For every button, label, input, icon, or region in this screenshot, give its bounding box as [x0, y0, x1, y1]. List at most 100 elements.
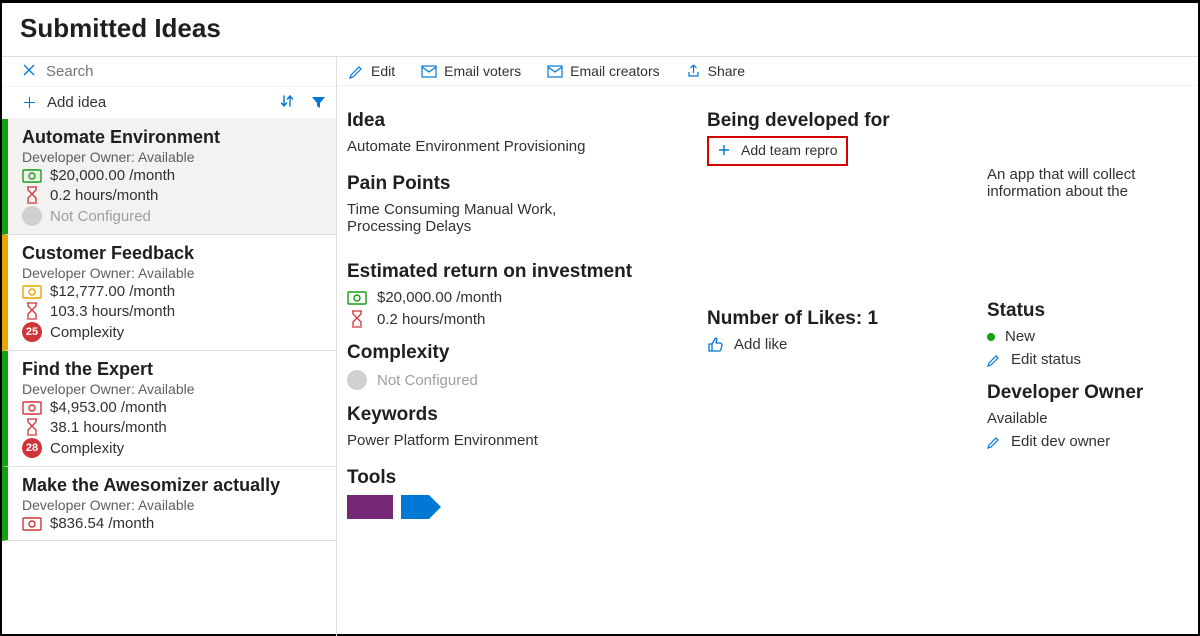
complexity-text: Not Configured: [377, 372, 478, 389]
card-hours-row: 0.2 hours/month: [22, 186, 324, 204]
card-complexity-row: Not Configured: [22, 206, 324, 226]
likes-heading: Number of Likes: 1: [707, 308, 977, 330]
edit-dev-owner-button[interactable]: Edit dev owner: [987, 433, 1176, 450]
mail-icon: [547, 65, 563, 78]
edit-status-button[interactable]: Edit status: [987, 351, 1176, 368]
money-icon: [22, 517, 42, 531]
money-icon: [22, 401, 42, 415]
dev-owner-heading: Developer Owner: [987, 382, 1176, 404]
idea-text: Automate Environment Provisioning: [347, 138, 697, 155]
email-creators-label: Email creators: [570, 63, 659, 79]
pencil-icon: [349, 64, 364, 79]
card-owner: Developer Owner: Available: [22, 497, 324, 513]
col-left: Idea Automate Environment Provisioning P…: [347, 110, 697, 519]
card-complexity-row: 25 Complexity: [22, 322, 324, 342]
layout: ＋ Add idea Automate EnvironmentDeveloper…: [2, 56, 1198, 636]
developed-heading: Being developed for: [707, 110, 977, 132]
description-text: An app that will collect information abo…: [987, 166, 1176, 200]
card-owner: Developer Owner: Available: [22, 265, 324, 281]
clear-search-icon[interactable]: [22, 63, 36, 80]
status-value: New: [1005, 328, 1035, 345]
search-input[interactable]: [46, 63, 326, 80]
card-money-row: $20,000.00 /month: [22, 167, 324, 184]
card-title: Customer Feedback: [22, 243, 324, 264]
card-title: Make the Awesomizer actually: [22, 475, 324, 496]
card-owner: Developer Owner: Available: [22, 149, 324, 165]
card-complexity-label: Complexity: [50, 324, 124, 341]
edit-status-label: Edit status: [1011, 351, 1081, 368]
complexity-badge: [347, 370, 367, 390]
tools-heading: Tools: [347, 467, 697, 489]
filter-icon[interactable]: [311, 95, 326, 110]
main-panel: Edit Email voters Email creators Share: [337, 57, 1198, 636]
email-voters-label: Email voters: [444, 63, 521, 79]
money-icon: [347, 291, 367, 305]
add-team-repro-button[interactable]: Add team repro: [707, 136, 848, 166]
keywords-text: Power Platform Environment: [347, 432, 697, 449]
detail-content: Idea Automate Environment Provisioning P…: [337, 86, 1198, 527]
sidebar: ＋ Add idea Automate EnvironmentDeveloper…: [2, 57, 337, 636]
sort-icon[interactable]: [279, 93, 295, 113]
pain-heading: Pain Points: [347, 173, 697, 195]
roi-money: $20,000.00 /month: [377, 289, 502, 306]
share-label: Share: [708, 63, 745, 79]
card-money-row: $12,777.00 /month: [22, 283, 324, 300]
status-heading: Status: [987, 300, 1176, 322]
card-money: $4,953.00 /month: [50, 399, 167, 416]
complexity-badge: 25: [22, 322, 42, 342]
complexity-badge: [22, 206, 42, 226]
card-hours-row: 103.3 hours/month: [22, 302, 324, 320]
edit-dev-owner-label: Edit dev owner: [1011, 433, 1110, 450]
add-idea-label[interactable]: Add idea: [47, 94, 263, 111]
money-icon: [22, 285, 42, 299]
edit-button[interactable]: Edit: [349, 63, 395, 79]
card-complexity-row: 28 Complexity: [22, 438, 324, 458]
pain-text: Time Consuming Manual Work, Processing D…: [347, 201, 607, 235]
page-title: Submitted Ideas: [2, 3, 1198, 56]
add-idea-row: ＋ Add idea: [2, 87, 336, 119]
status-dot-icon: [987, 333, 995, 341]
card-complexity-label: Complexity: [50, 440, 124, 457]
idea-card[interactable]: Find the ExpertDeveloper Owner: Availabl…: [2, 351, 336, 467]
dev-owner-value: Available: [987, 410, 1176, 427]
email-creators-button[interactable]: Email creators: [547, 63, 659, 79]
idea-heading: Idea: [347, 110, 697, 132]
pencil-icon: [987, 353, 1001, 367]
add-like-button[interactable]: Add like: [707, 336, 977, 353]
idea-card[interactable]: Automate EnvironmentDeveloper Owner: Ava…: [2, 119, 336, 235]
share-icon: [686, 64, 701, 79]
add-like-label: Add like: [734, 336, 787, 353]
card-hours: 38.1 hours/month: [50, 419, 167, 436]
search-row: [2, 57, 336, 87]
complexity-heading: Complexity: [347, 342, 697, 364]
email-voters-button[interactable]: Email voters: [421, 63, 521, 79]
roi-heading: Estimated return on investment: [347, 261, 697, 283]
card-title: Automate Environment: [22, 127, 324, 148]
card-money: $12,777.00 /month: [50, 283, 175, 300]
hourglass-icon: [22, 302, 42, 320]
col-middle: Being developed for Add team repro Numbe…: [707, 110, 977, 519]
mail-icon: [421, 65, 437, 78]
money-icon: [22, 169, 42, 183]
plus-icon[interactable]: ＋: [22, 92, 37, 113]
card-hours: 103.3 hours/month: [50, 303, 175, 320]
idea-card[interactable]: Make the Awesomizer actuallyDeveloper Ow…: [2, 467, 336, 541]
share-button[interactable]: Share: [686, 63, 745, 79]
thumbs-up-icon: [707, 337, 724, 353]
card-owner: Developer Owner: Available: [22, 381, 324, 397]
tool-icon-blue: [401, 495, 441, 519]
edit-label: Edit: [371, 63, 395, 79]
pencil-icon: [987, 435, 1001, 449]
hourglass-icon: [22, 186, 42, 204]
card-complexity-label: Not Configured: [50, 208, 151, 225]
idea-card[interactable]: Customer FeedbackDeveloper Owner: Availa…: [2, 235, 336, 351]
idea-list: Automate EnvironmentDeveloper Owner: Ava…: [2, 119, 336, 636]
roi-hours: 0.2 hours/month: [377, 311, 485, 328]
card-money: $836.54 /month: [50, 515, 154, 532]
card-hours: 0.2 hours/month: [50, 187, 158, 204]
keywords-heading: Keywords: [347, 404, 697, 426]
complexity-badge: 28: [22, 438, 42, 458]
hourglass-icon: [347, 310, 367, 328]
card-title: Find the Expert: [22, 359, 324, 380]
add-team-repro-label: Add team repro: [741, 142, 838, 158]
